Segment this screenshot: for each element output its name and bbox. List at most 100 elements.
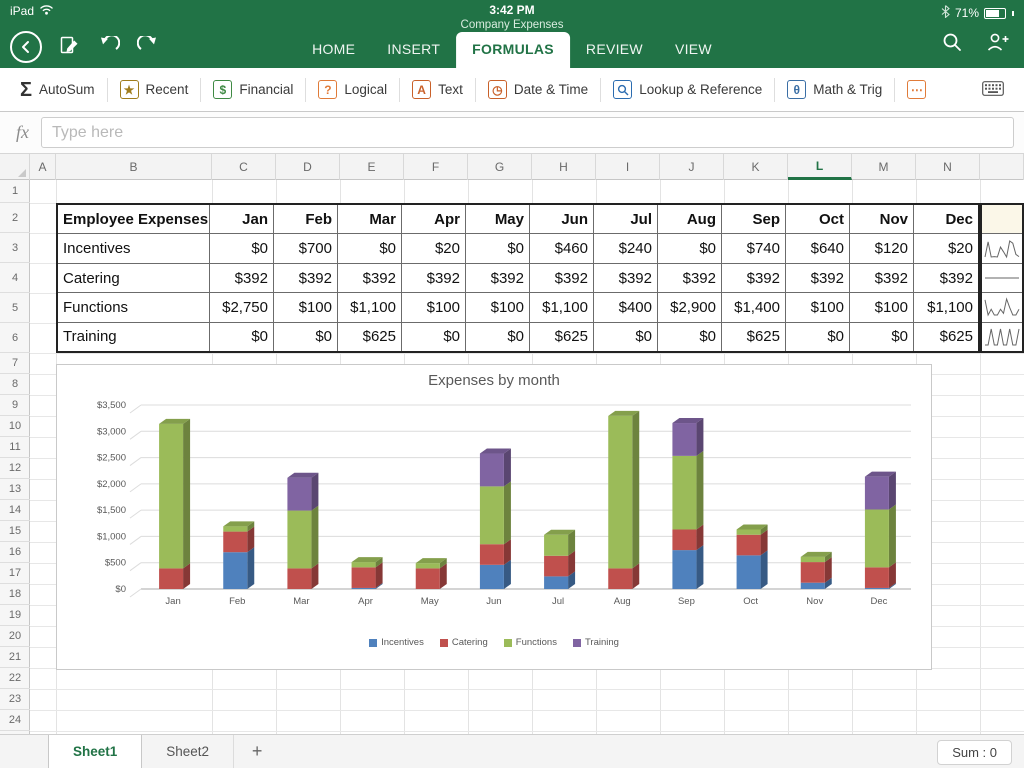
table-cell[interactable]: $640 [786,234,850,262]
table-cell[interactable]: $392 [594,264,658,292]
table-cell[interactable]: $20 [402,234,466,262]
file-edit-icon[interactable] [59,34,81,61]
table-cell[interactable]: $0 [274,323,338,351]
table-cell[interactable]: $400 [594,293,658,321]
row-header-5[interactable]: 5 [0,293,30,323]
table-cell[interactable]: $100 [466,293,530,321]
table-cell[interactable]: Incentives [58,234,210,262]
table-header-cell[interactable]: May [466,205,530,233]
sparkline-header-cell[interactable] [982,205,1022,234]
ribbon-item-more[interactable]: ⋯ [895,68,938,111]
table-cell[interactable]: $100 [402,293,466,321]
sparkline-cell[interactable] [982,234,1022,263]
table-header-cell[interactable]: Jan [210,205,274,233]
table-cell[interactable]: $0 [658,234,722,262]
column-header-I[interactable]: I [596,154,660,180]
row-header-17[interactable]: 17 [0,563,30,584]
row-header-23[interactable]: 23 [0,689,30,710]
column-header-C[interactable]: C [212,154,276,180]
nav-tab-review[interactable]: REVIEW [570,32,659,68]
table-cell[interactable]: $0 [850,323,914,351]
column-header-B[interactable]: B [56,154,212,180]
column-header-G[interactable]: G [468,154,532,180]
row-header-6[interactable]: 6 [0,323,30,353]
row-header-24[interactable]: 24 [0,710,30,731]
row-header-13[interactable]: 13 [0,479,30,500]
ribbon-item-logical[interactable]: ?Logical [306,68,399,111]
table-cell[interactable]: $1,400 [722,293,786,321]
table-cell[interactable]: $460 [530,234,594,262]
table-cell[interactable]: $20 [914,234,978,262]
add-person-icon[interactable] [986,32,1010,57]
row-header-16[interactable]: 16 [0,542,30,563]
table-cell[interactable]: $392 [274,264,338,292]
table-cell[interactable]: $2,900 [658,293,722,321]
column-header-K[interactable]: K [724,154,788,180]
table-cell[interactable]: $0 [786,323,850,351]
ribbon-item-autosum[interactable]: ΣAutoSum [8,68,107,111]
table-cell[interactable]: $392 [850,264,914,292]
table-cell[interactable]: $625 [338,323,402,351]
ribbon-item-datetime[interactable]: ◷Date & Time [476,68,600,111]
table-cell[interactable]: $625 [530,323,594,351]
sparkline-cell[interactable] [982,264,1022,293]
table-cell[interactable]: $0 [594,323,658,351]
formula-input[interactable] [41,117,1014,148]
row-header-9[interactable]: 9 [0,395,30,416]
nav-tab-insert[interactable]: INSERT [371,32,456,68]
table-cell[interactable]: Catering [58,264,210,292]
sparkline-cell[interactable] [982,293,1022,322]
table-header-cell[interactable]: Aug [658,205,722,233]
nav-tab-formulas[interactable]: FORMULAS [456,32,570,68]
row-header-14[interactable]: 14 [0,500,30,521]
table-cell[interactable]: $392 [210,264,274,292]
table-header-cell[interactable]: Jun [530,205,594,233]
ribbon-item-mathtrig[interactable]: θMath & Trig [775,68,894,111]
column-header-N[interactable]: N [916,154,980,180]
table-cell[interactable]: $392 [722,264,786,292]
table-cell[interactable]: $0 [466,323,530,351]
chart-area[interactable]: Expenses by month $0$500$1,000$1,500$2,0… [56,364,932,670]
table-cell[interactable]: $740 [722,234,786,262]
search-icon[interactable] [942,32,962,57]
ribbon-item-lookup[interactable]: Lookup & Reference [601,68,774,111]
table-cell[interactable]: $392 [530,264,594,292]
table-cell[interactable]: $0 [658,323,722,351]
table-header-cell[interactable]: Feb [274,205,338,233]
table-cell[interactable]: $392 [466,264,530,292]
row-header-4[interactable]: 4 [0,263,30,293]
table-cell[interactable]: Functions [58,293,210,321]
table-header-cell[interactable]: Nov [850,205,914,233]
table-header-cell[interactable]: Employee Expenses [58,205,210,233]
column-header-sparkline[interactable] [980,154,1024,180]
table-cell[interactable]: $0 [402,323,466,351]
column-header-L[interactable]: L [788,154,852,180]
table-cell[interactable]: $120 [850,234,914,262]
table-cell[interactable]: $392 [658,264,722,292]
row-header-12[interactable]: 12 [0,458,30,479]
sum-indicator[interactable]: Sum : 0 [937,740,1012,765]
row-header-2[interactable]: 2 [0,203,30,233]
add-sheet-button[interactable]: + [234,735,280,768]
table-cell[interactable]: $392 [338,264,402,292]
row-header-15[interactable]: 15 [0,521,30,542]
table-cell[interactable]: $392 [402,264,466,292]
table-cell[interactable]: $625 [722,323,786,351]
table-cell[interactable]: Training [58,323,210,351]
table-cell[interactable]: $1,100 [914,293,978,321]
table-cell[interactable]: $2,750 [210,293,274,321]
table-cell[interactable]: $0 [338,234,402,262]
redo-icon[interactable] [137,36,159,59]
row-header-11[interactable]: 11 [0,437,30,458]
ribbon-item-financial[interactable]: $Financial [201,68,305,111]
table-cell[interactable]: $1,100 [338,293,402,321]
table-header-cell[interactable]: Mar [338,205,402,233]
table-cell[interactable]: $100 [786,293,850,321]
row-header-20[interactable]: 20 [0,626,30,647]
row-header-10[interactable]: 10 [0,416,30,437]
select-all-corner[interactable] [0,154,30,180]
table-cell[interactable]: $100 [274,293,338,321]
row-header-3[interactable]: 3 [0,233,30,263]
row-header-21[interactable]: 21 [0,647,30,668]
ribbon-item-recent[interactable]: ★Recent [108,68,201,111]
